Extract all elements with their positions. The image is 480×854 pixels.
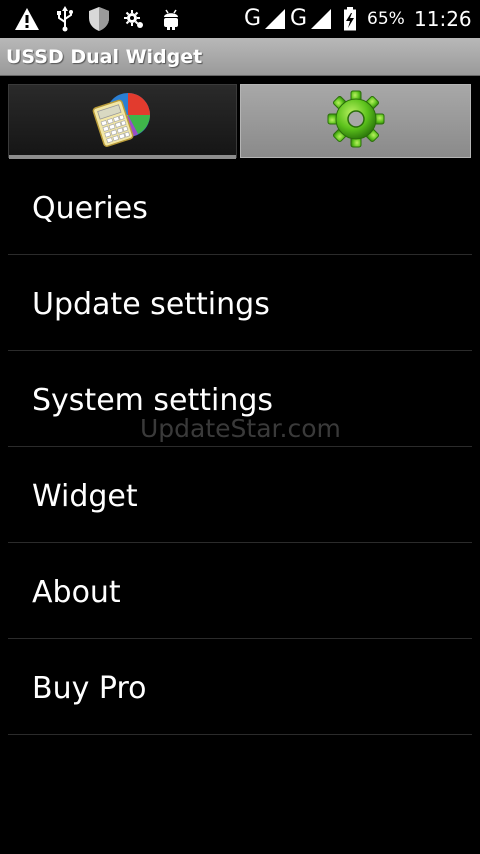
tab-queries[interactable]	[8, 84, 237, 159]
green-gear-icon	[326, 89, 386, 153]
android-icon	[160, 6, 182, 32]
signal-icon	[263, 6, 287, 32]
network-type-1: G	[244, 6, 262, 31]
menu-item-label: System settings	[32, 383, 274, 418]
warning-icon	[14, 6, 40, 32]
menu-item-about[interactable]: About	[8, 543, 472, 639]
menu-item-update-settings[interactable]: Update settings	[8, 255, 472, 351]
menu-item-label: About	[32, 575, 121, 610]
calculator-chart-icon	[92, 91, 154, 151]
menu-item-queries[interactable]: Queries	[8, 159, 472, 255]
menu-list: Queries Update settings System settings …	[8, 159, 472, 735]
menu-item-widget[interactable]: Widget	[8, 447, 472, 543]
network-type-2: G	[290, 6, 308, 31]
usb-icon	[54, 6, 76, 32]
menu-item-label: Widget	[32, 479, 138, 514]
clock: 11:26	[414, 7, 472, 31]
menu-item-label: Queries	[32, 191, 148, 226]
menu-item-label: Update settings	[32, 287, 270, 322]
title-bar: USSD Dual Widget	[0, 38, 480, 76]
tab-settings[interactable]	[240, 84, 471, 158]
debug-icon	[123, 6, 145, 32]
signal-icon	[309, 6, 333, 32]
app-title: USSD Dual Widget	[6, 46, 203, 68]
menu-item-buy-pro[interactable]: Buy Pro	[8, 639, 472, 735]
menu-item-label: Buy Pro	[32, 671, 147, 706]
battery-charging-icon	[342, 6, 358, 32]
menu-item-system-settings[interactable]: System settings	[8, 351, 472, 447]
battery-percent: 65%	[367, 9, 405, 29]
shield-icon	[87, 6, 111, 32]
status-bar: G G 65% 11:26	[0, 0, 480, 38]
